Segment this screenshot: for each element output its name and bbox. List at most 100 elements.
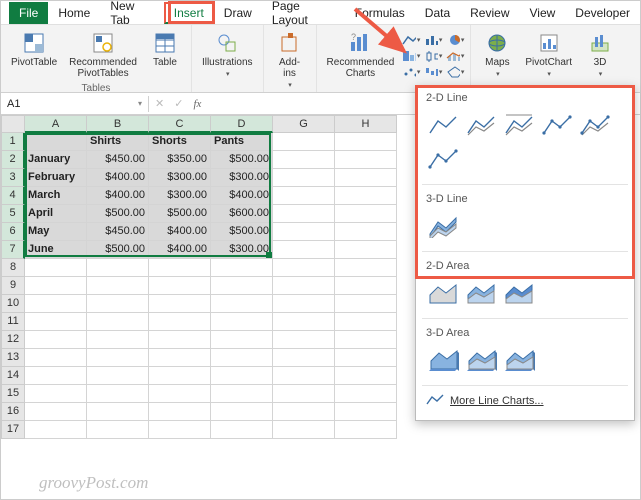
chart-option-area-3d[interactable] bbox=[426, 345, 460, 375]
line-chart-button[interactable] bbox=[402, 33, 420, 47]
cell[interactable] bbox=[149, 403, 211, 421]
cell[interactable] bbox=[335, 223, 397, 241]
cell[interactable] bbox=[335, 169, 397, 187]
cell[interactable] bbox=[273, 133, 335, 151]
fx-icon[interactable]: fx bbox=[193, 98, 201, 110]
column-header[interactable]: D bbox=[211, 115, 273, 133]
cell[interactable] bbox=[149, 295, 211, 313]
cell[interactable] bbox=[211, 349, 273, 367]
cell[interactable]: $500.00 bbox=[87, 205, 149, 223]
cell[interactable] bbox=[273, 331, 335, 349]
cell[interactable]: $500.00 bbox=[211, 223, 273, 241]
cell[interactable] bbox=[211, 421, 273, 439]
scatter-chart-button[interactable] bbox=[402, 65, 420, 79]
cell[interactable] bbox=[149, 331, 211, 349]
cell[interactable]: $300.00 bbox=[149, 169, 211, 187]
cell[interactable] bbox=[25, 295, 87, 313]
row-header[interactable]: 5 bbox=[1, 205, 25, 223]
cell[interactable] bbox=[211, 259, 273, 277]
cell[interactable]: February bbox=[25, 169, 87, 187]
cell[interactable] bbox=[87, 295, 149, 313]
row-header[interactable]: 12 bbox=[1, 331, 25, 349]
recommended-pivottables-button[interactable]: Recommended PivotTables bbox=[65, 29, 141, 81]
cell[interactable] bbox=[335, 367, 397, 385]
hierarchy-chart-button[interactable] bbox=[402, 49, 420, 63]
cell[interactable] bbox=[25, 367, 87, 385]
recommended-charts-button[interactable]: ? Recommended Charts bbox=[323, 29, 399, 81]
row-header[interactable]: 6 bbox=[1, 223, 25, 241]
radar-chart-button[interactable] bbox=[446, 65, 464, 79]
tab-draw[interactable]: Draw bbox=[214, 2, 262, 24]
cell[interactable]: $400.00 bbox=[149, 241, 211, 259]
cell[interactable] bbox=[25, 421, 87, 439]
tab-file[interactable]: File bbox=[9, 2, 48, 24]
cell[interactable] bbox=[25, 349, 87, 367]
cell[interactable]: $500.00 bbox=[149, 205, 211, 223]
chart-option-area-stacked[interactable] bbox=[464, 278, 498, 308]
cell[interactable]: Shirts bbox=[87, 133, 149, 151]
column-header[interactable]: B bbox=[87, 115, 149, 133]
cell[interactable] bbox=[149, 367, 211, 385]
cell[interactable] bbox=[335, 295, 397, 313]
cell[interactable] bbox=[273, 295, 335, 313]
row-header[interactable]: 11 bbox=[1, 313, 25, 331]
3d-map-button[interactable]: 3D bbox=[580, 29, 620, 80]
cell[interactable]: May bbox=[25, 223, 87, 241]
cell[interactable]: April bbox=[25, 205, 87, 223]
tab-view[interactable]: View bbox=[520, 2, 566, 24]
cell[interactable] bbox=[211, 295, 273, 313]
cell[interactable] bbox=[211, 331, 273, 349]
chart-option-area-100[interactable] bbox=[502, 278, 536, 308]
column-header[interactable]: A bbox=[25, 115, 87, 133]
cell[interactable] bbox=[25, 277, 87, 295]
maps-button[interactable]: Maps bbox=[477, 29, 517, 80]
cell[interactable] bbox=[273, 241, 335, 259]
cell[interactable] bbox=[87, 331, 149, 349]
cell[interactable] bbox=[335, 349, 397, 367]
pivotchart-button[interactable]: PivotChart bbox=[521, 29, 576, 80]
row-header[interactable]: 8 bbox=[1, 259, 25, 277]
row-header[interactable]: 2 bbox=[1, 151, 25, 169]
pie-chart-button[interactable] bbox=[446, 33, 464, 47]
row-header[interactable]: 13 bbox=[1, 349, 25, 367]
combo-chart-button[interactable] bbox=[446, 49, 464, 63]
cell[interactable] bbox=[335, 151, 397, 169]
chart-option-line-stacked-markers[interactable] bbox=[578, 110, 612, 140]
cell[interactable]: Shorts bbox=[149, 133, 211, 151]
chart-option-area[interactable] bbox=[426, 278, 460, 308]
row-header[interactable]: 10 bbox=[1, 295, 25, 313]
cell[interactable]: $450.00 bbox=[87, 151, 149, 169]
tab-data[interactable]: Data bbox=[415, 2, 460, 24]
cell[interactable]: $500.00 bbox=[211, 151, 273, 169]
more-line-charts-link[interactable]: More Line Charts... bbox=[416, 388, 634, 414]
cell[interactable] bbox=[335, 331, 397, 349]
cell[interactable] bbox=[211, 385, 273, 403]
cell[interactable] bbox=[273, 313, 335, 331]
statistic-chart-button[interactable] bbox=[424, 49, 442, 63]
cell[interactable]: $300.00 bbox=[149, 187, 211, 205]
cell[interactable]: $300.00 bbox=[211, 169, 273, 187]
cell[interactable]: March bbox=[25, 187, 87, 205]
cell[interactable] bbox=[211, 277, 273, 295]
tab-developer[interactable]: Developer bbox=[565, 2, 640, 24]
chart-option-line-stacked[interactable] bbox=[464, 110, 498, 140]
cell[interactable] bbox=[149, 313, 211, 331]
cell[interactable] bbox=[149, 421, 211, 439]
cell[interactable] bbox=[87, 277, 149, 295]
row-header[interactable]: 17 bbox=[1, 421, 25, 439]
cell[interactable]: $600.00 bbox=[211, 205, 273, 223]
cell[interactable] bbox=[273, 385, 335, 403]
tab-home[interactable]: Home bbox=[48, 2, 100, 24]
cell[interactable] bbox=[273, 367, 335, 385]
cell[interactable] bbox=[149, 259, 211, 277]
table-button[interactable]: Table bbox=[145, 29, 185, 70]
cell[interactable] bbox=[87, 367, 149, 385]
cell[interactable] bbox=[335, 403, 397, 421]
cell[interactable] bbox=[25, 331, 87, 349]
row-header[interactable]: 15 bbox=[1, 385, 25, 403]
cell[interactable] bbox=[211, 403, 273, 421]
cell[interactable] bbox=[149, 349, 211, 367]
cell[interactable] bbox=[335, 277, 397, 295]
cell[interactable]: $400.00 bbox=[149, 223, 211, 241]
column-header[interactable]: G bbox=[273, 115, 335, 133]
